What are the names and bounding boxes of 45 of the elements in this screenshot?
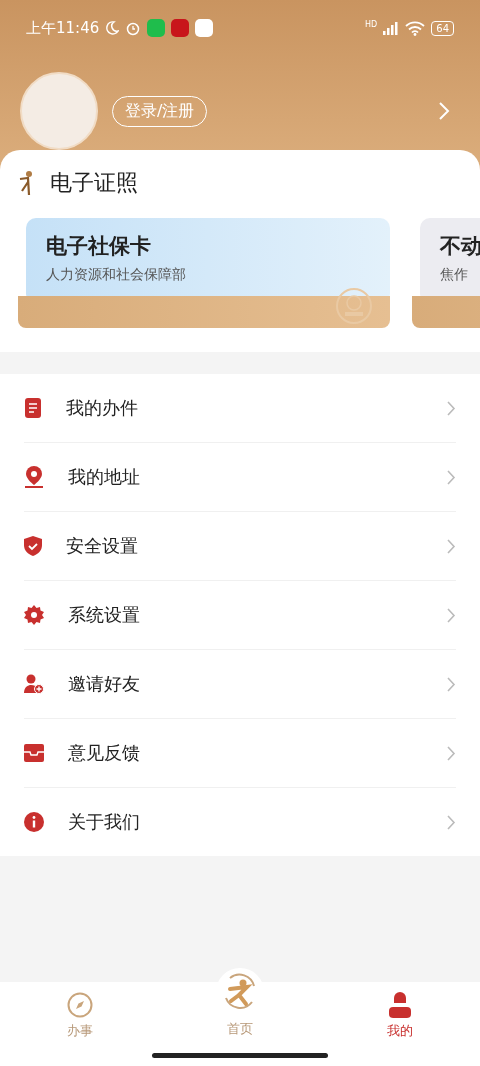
chevron-right-icon	[447, 538, 456, 554]
inbox-icon	[24, 744, 44, 762]
chevron-right-icon	[447, 469, 456, 485]
chevron-right-icon	[447, 400, 456, 416]
menu-label: 关于我们	[68, 810, 140, 834]
menu-item[interactable]: 关于我们	[24, 788, 456, 856]
menu-item[interactable]: 我的办件	[24, 374, 456, 443]
menu-label: 邀请好友	[68, 672, 140, 696]
add-person-icon	[24, 674, 44, 694]
card-title: 电子社保卡	[46, 233, 152, 260]
chevron-right-icon	[447, 676, 456, 692]
chevron-right-icon	[447, 607, 456, 623]
tab[interactable]: 我的	[355, 982, 445, 1066]
emblem-icon	[334, 286, 374, 326]
menu-item[interactable]: 邀请好友	[24, 650, 456, 719]
section-title: 电子证照	[50, 169, 138, 197]
menu-label: 我的地址	[68, 465, 140, 489]
menu-item[interactable]: 系统设置	[24, 581, 456, 650]
status-time: 上午11:46	[26, 18, 100, 38]
info-icon	[24, 812, 44, 832]
menu-item[interactable]: 安全设置	[24, 512, 456, 581]
chevron-right-icon	[447, 745, 456, 761]
menu-item[interactable]: 我的地址	[24, 443, 456, 512]
signal-icon	[383, 21, 400, 35]
card-issuer: 焦作	[440, 266, 469, 284]
wifi-icon	[405, 20, 426, 36]
menu-item[interactable]: 意见反馈	[24, 719, 456, 788]
compass-icon	[67, 992, 93, 1018]
chevron-right-icon[interactable]	[438, 101, 450, 121]
location-pin-icon	[24, 466, 44, 488]
card-issuer: 人力资源和社会保障部	[46, 266, 187, 284]
menu-label: 安全设置	[66, 534, 138, 558]
document-icon	[24, 398, 42, 418]
network-label: HD	[365, 20, 378, 29]
card-title: 不动	[440, 233, 480, 260]
settings-icon	[24, 605, 44, 625]
menu-label: 我的办件	[66, 396, 138, 420]
battery-indicator: 64	[431, 20, 454, 36]
chevron-right-icon	[447, 814, 456, 830]
shield-icon	[24, 536, 42, 556]
menu-label: 意见反馈	[68, 741, 140, 765]
person-icon	[387, 992, 413, 1018]
alarm-icon	[125, 20, 142, 36]
menu-label: 系统设置	[68, 603, 140, 627]
moon-icon	[105, 21, 120, 35]
